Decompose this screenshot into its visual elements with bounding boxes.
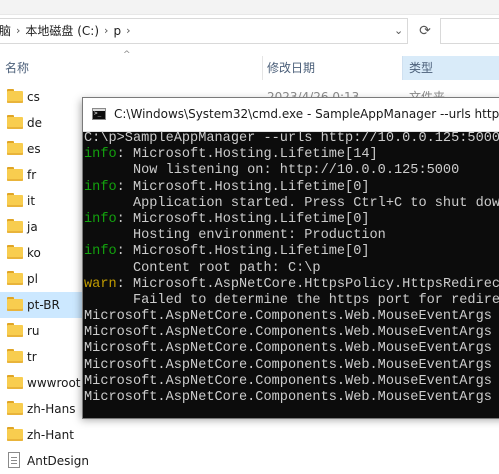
console-line: Hosting environment: Production [84, 228, 499, 244]
console-line: Failed to determine the https port for r… [84, 293, 499, 309]
log-level-warn: warn [84, 276, 117, 292]
breadcrumb-separator-icon[interactable]: › [11, 19, 25, 43]
breadcrumb-item[interactable]: 本地磁盘 (C:) [25, 19, 99, 43]
folder-icon [7, 349, 23, 363]
console-line: info: Microsoft.Hosting.Lifetime[0] [84, 180, 499, 196]
console-line: Microsoft.AspNetCore.Components.Web.Mous… [84, 309, 499, 325]
console-line: C:\p>SampleAppManager --urls http://10.0… [84, 131, 499, 147]
console-line-text: Microsoft.AspNetCore.Components.Web.Mous… [84, 357, 492, 373]
folder-icon [7, 115, 23, 129]
column-header-row: ^ 名称 修改日期 类型 [0, 50, 499, 80]
console-line-text: Application started. Press Ctrl+C to shu… [84, 195, 499, 211]
folder-icon [7, 219, 23, 233]
search-input[interactable] [440, 18, 499, 44]
file-name: de [27, 116, 42, 130]
file-name: wwwroot [27, 376, 81, 390]
file-name: fr [27, 168, 37, 182]
log-level-info: info [84, 211, 117, 227]
console-line: warn: Microsoft.AspNetCore.HttpsPolicy.H… [84, 277, 499, 293]
file-name: tr [27, 350, 37, 364]
log-level-info: info [84, 147, 117, 163]
folder-icon [7, 89, 23, 103]
console-line: Microsoft.AspNetCore.Components.Web.Mous… [84, 358, 499, 374]
console-line: Microsoft.AspNetCore.Components.Web.Mous… [84, 325, 499, 341]
console-line-text: Microsoft.AspNetCore.Components.Web.Mous… [84, 390, 492, 405]
column-header-date-modified[interactable]: 修改日期 [262, 56, 397, 80]
file-list-item[interactable]: pt-BR [0, 292, 86, 318]
file-name: pl [27, 272, 38, 286]
file-name: AntDesign [27, 454, 89, 468]
sort-arrow-icon: ^ [123, 50, 131, 60]
folder-icon [7, 245, 23, 259]
folder-icon [7, 167, 23, 181]
breadcrumb-item[interactable]: p [113, 19, 121, 43]
cmd-icon[interactable] [92, 108, 106, 120]
console-line: info: Microsoft.Hosting.Lifetime[14] [84, 147, 499, 163]
console-line-text: : Microsoft.Hosting.Lifetime[0] [116, 211, 370, 227]
console-line-text: : Microsoft.Hosting.Lifetime[14] [116, 147, 378, 163]
console-line-text: Microsoft.AspNetCore.Components.Web.Mous… [84, 341, 492, 357]
ribbon-strip [0, 0, 499, 15]
folder-icon [7, 427, 23, 441]
console-output[interactable]: C:\p>SampleAppManager --urls http://10.0… [83, 131, 499, 418]
console-line-text: Now listening on: http://10.0.0.125:5000 [84, 163, 460, 179]
console-line-text: Failed to determine the https port for r… [84, 292, 499, 308]
console-line: Application started. Press Ctrl+C to shu… [84, 196, 499, 212]
console-title-bar[interactable]: C:\Windows\System32\cmd.exe - SampleAppM… [83, 98, 499, 132]
file-name: ja [27, 220, 38, 234]
console-title: C:\Windows\System32\cmd.exe - SampleAppM… [114, 107, 499, 121]
file-name: es [27, 142, 41, 156]
column-header-type[interactable]: 类型 [402, 56, 499, 80]
file-name: pt-BR [27, 298, 60, 312]
breadcrumb-separator-icon[interactable]: › [121, 19, 135, 43]
console-line-text: : Microsoft.Hosting.Lifetime[0] [116, 179, 370, 195]
cmd-console-window[interactable]: C:\Windows\System32\cmd.exe - SampleAppM… [83, 98, 499, 418]
folder-icon [7, 401, 23, 415]
console-line-text: : Microsoft.Hosting.Lifetime[0] [116, 244, 370, 260]
console-line-text: Microsoft.AspNetCore.Components.Web.Mous… [84, 309, 492, 325]
file-name: zh-Hans [27, 402, 76, 416]
console-line: Microsoft.AspNetCore.Components.Web.Mous… [84, 374, 499, 390]
file-icon [8, 452, 20, 468]
address-row: 脑 › 本地磁盘 (C:) › p › ⌄ ⟳ [0, 16, 499, 46]
folder-icon [7, 297, 23, 311]
console-line: Now listening on: http://10.0.0.125:5000 [84, 163, 499, 179]
column-header-name[interactable]: 名称 [5, 56, 29, 80]
console-line: Microsoft.AspNetCore.Components.Web.Mous… [84, 390, 499, 406]
log-level-info: info [84, 244, 117, 260]
log-level-info: info [84, 179, 117, 195]
console-line-text: : Microsoft.AspNetCore.HttpsPolicy.Https… [116, 276, 499, 292]
console-line-text: Microsoft.AspNetCore.Components.Web.Mous… [84, 373, 492, 389]
console-line: info: Microsoft.Hosting.Lifetime[0] [84, 244, 499, 260]
folder-icon [7, 193, 23, 207]
console-line-text: C:\p>SampleAppManager --urls http://10.0… [84, 131, 499, 146]
address-bar[interactable]: 脑 › 本地磁盘 (C:) › p › ⌄ [0, 18, 408, 44]
breadcrumb-separator-icon[interactable]: › [99, 19, 113, 43]
folder-icon [7, 271, 23, 285]
console-line-text: Hosting environment: Production [84, 228, 386, 244]
file-name: cs [27, 90, 40, 104]
breadcrumb-item[interactable]: 脑 [0, 19, 11, 43]
file-name: ko [27, 246, 41, 260]
console-line-text: Microsoft.AspNetCore.Components.Web.Mous… [84, 325, 492, 341]
console-line: Microsoft.AspNetCore.Components.Web.Mous… [84, 341, 499, 357]
console-line-text: Content root path: C:\p [84, 260, 321, 276]
folder-icon [7, 141, 23, 155]
file-name: it [27, 194, 36, 208]
console-line: info: Microsoft.Hosting.Lifetime[0] [84, 212, 499, 228]
folder-icon [7, 323, 23, 337]
folder-icon [7, 375, 23, 389]
chevron-down-icon[interactable]: ⌄ [394, 19, 403, 43]
file-name: ru [27, 324, 40, 338]
file-name: zh-Hant [27, 428, 74, 442]
console-line: Content root path: C:\p [84, 261, 499, 277]
file-list-item[interactable]: zh-Hant [0, 422, 499, 448]
file-list-item[interactable]: AntDesign [0, 448, 499, 474]
refresh-icon[interactable]: ⟳ [414, 20, 436, 42]
